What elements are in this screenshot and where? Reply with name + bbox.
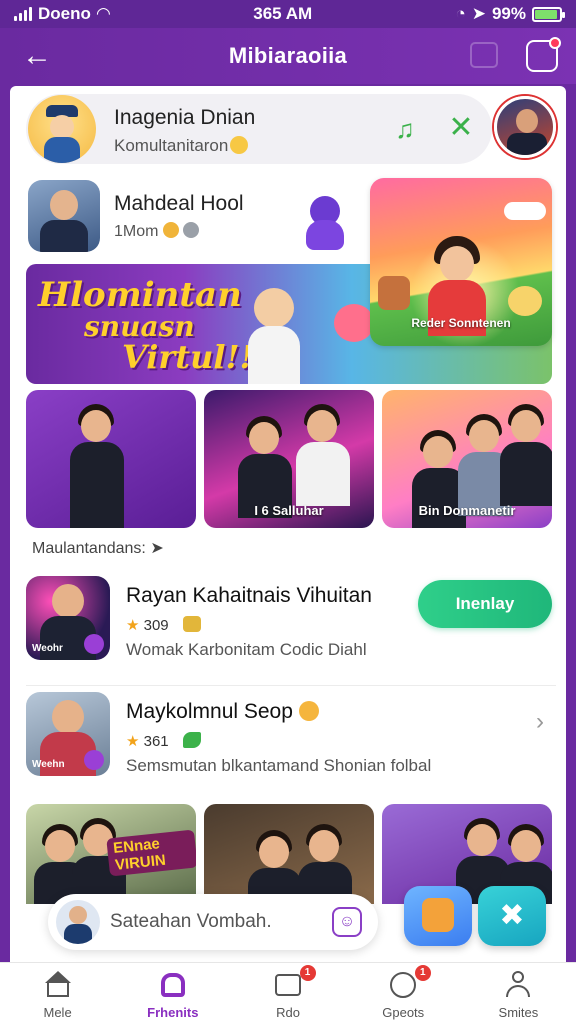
thumbnail-caption: Bin Donmanetir [418,503,516,518]
cookie-icon [389,971,417,999]
list-item-description: Womak Karbonitam Codic Diahl [126,640,367,659]
video-thumbnail[interactable] [26,390,196,528]
list-item-title: Maykolmnul Seop [126,700,319,724]
concert-card[interactable]: Reder Sonntenen [370,178,552,346]
signal-icon [14,7,32,21]
user-icon [504,971,532,999]
location-icon: ➤ [471,4,486,23]
carrier-label: Doeno [38,4,91,23]
list-item[interactable]: Weehn Maykolmnul Seop ★ 361 Semsmutan bl… [26,692,556,784]
inbox-icon[interactable] [470,42,498,68]
nav-label: Rdo [276,1005,300,1020]
clock: 365 AM [253,4,313,23]
profile-strip[interactable]: Inagenia Dnian Komultanitaron ♫ ✕ [26,94,492,164]
join-button[interactable]: Inenlay [418,580,552,628]
status-bar: Doeno ◠ 365 AM ◔ ➤ 99% [0,0,576,28]
send-icon: ➤ [150,540,164,557]
nav-label: Gpeots [382,1005,425,1020]
main-content[interactable]: Inagenia Dnian Komultanitaron ♫ ✕ Mahdea… [10,86,566,962]
search-bar[interactable]: ☺ [48,894,378,950]
nav-label: Smites [498,1005,539,1020]
list-item-thumbnail: Weohr [26,576,110,660]
creator-name: Mahdeal Hool [114,192,244,215]
search-input[interactable] [110,894,320,950]
hero-mascot [334,304,374,342]
network-icon: ✖ [499,899,525,932]
music-note-icon[interactable]: ♫ [390,114,420,144]
nav-item-favorites[interactable]: Frhenits [115,963,230,1024]
sticker-icon[interactable]: ☺ [332,907,362,937]
dog-character [378,276,410,310]
globe-icon [182,222,199,238]
emoji-icon [298,701,319,721]
divider [26,685,556,686]
bottom-nav: Mele Frhenits 1 Rdo 1 Gpeots Smites [0,962,576,1024]
back-button[interactable]: ← [18,38,56,74]
star-icon: ★ [126,617,140,634]
close-icon[interactable]: ✕ [446,112,476,144]
emoji-icon [230,136,249,154]
video-thumbnail[interactable]: ENnae VIRUIN [26,804,196,904]
nav-item-user[interactable]: Smites [461,963,576,1024]
page-title: Mibiaraoiia [228,43,348,68]
list-item-thumbnail: Weehn [26,692,110,776]
badge-icon [84,750,104,770]
list-item-description: Semsmutan blkantamand Shonian folbal [126,756,432,775]
star-icon: ★ [126,733,140,750]
cat-character [508,286,542,316]
chevron-right-icon[interactable]: › [536,708,544,736]
arrow-left-icon: ← [22,39,52,72]
app-header: ← Mibiaraoiia [0,28,576,84]
hand-icon [182,616,201,632]
battery-label: 99% [491,4,526,23]
hero-title: Hlomintan snuasn Virtul!! [38,275,254,377]
badge-icon [84,634,104,654]
nav-item-home[interactable]: Mele [0,963,115,1024]
thumbnail-caption: I 6 Salluhar [254,503,324,518]
cloud-icon [504,202,546,220]
video-thumbnail[interactable]: I 6 Salluhar [204,390,374,528]
battery-icon [532,6,565,22]
nav-badge: 1 [414,965,431,981]
genie-mascot-icon [302,196,348,252]
pet-fab-button[interactable] [404,886,472,946]
sign-label: ENnae VIRUIN [106,829,196,877]
profile-avatar[interactable] [28,95,96,163]
pet-icon [422,898,454,932]
notification-button[interactable] [526,37,561,72]
rating: ★ 361 [126,732,201,750]
nav-label: Mele [43,1005,72,1020]
wifi-icon: ◠ [96,4,110,23]
home-icon [44,971,72,999]
video-thumbnail[interactable]: Bin Donmanetir [382,390,552,528]
section-label[interactable]: Maulantandans: ➤ [32,538,164,558]
list-item-title: Rayan Kahaitnais Vihuitan [126,584,372,607]
nav-item-box[interactable]: 1 Rdo [230,963,345,1024]
search-avatar[interactable] [56,900,100,944]
network-fab-button[interactable]: ✖ [478,886,546,946]
box-icon [274,971,302,999]
leaf-icon [182,732,201,748]
creator-subtitle: 1Mom [114,222,199,241]
notification-dot [549,37,561,49]
list-item[interactable]: Weohr Rayan Kahaitnais Vihuitan ★ 309 Wo… [26,576,556,686]
nav-item-cookie[interactable]: 1 Gpeots [346,963,461,1024]
rating: ★ 309 [126,616,201,634]
profile-subtitle: Komultanitaron [114,136,249,156]
hero-character [244,288,304,384]
creator-thumbnail [28,180,100,252]
video-thumbnail[interactable] [204,804,374,904]
concert-caption: Reder Sonntenen [411,316,511,330]
gold-badge-icon [162,222,179,238]
favorites-icon [159,971,187,999]
user-avatar[interactable] [494,96,556,158]
nav-badge: 1 [299,965,316,981]
nav-label: Frhenits [147,1005,199,1020]
rotation-lock-icon: ◔ [455,4,466,23]
profile-name: Inagenia Dnian [114,106,256,129]
